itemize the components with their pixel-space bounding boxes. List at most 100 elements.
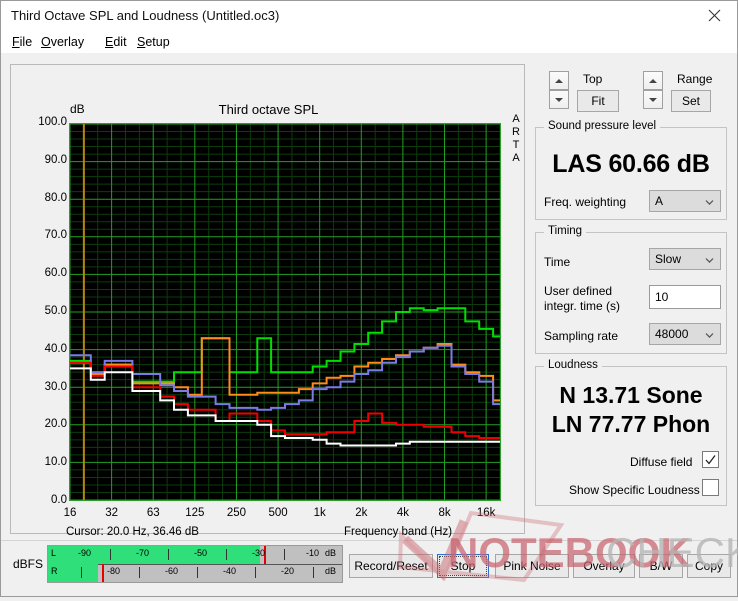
y-tick-label: 60.0: [21, 267, 67, 279]
y-tick-label: 80.0: [21, 192, 67, 204]
meter-tick-mark: [313, 567, 314, 578]
x-tick-label: 32: [92, 507, 132, 519]
x-tick-label: 4k: [383, 507, 423, 519]
meter-tick-mark: [226, 549, 227, 560]
meter-tick-label: dB: [325, 548, 336, 558]
arta-brand-label: ARTA: [508, 113, 524, 165]
y-tick-label: 90.0: [21, 154, 67, 166]
meter-tick-mark: [255, 567, 256, 578]
chevron-down-icon: [705, 329, 714, 338]
meter-tick-label: -60: [165, 566, 178, 576]
bw-button[interactable]: B/W: [639, 554, 683, 578]
level-meter-left: L-90-70-50-30-10dB: [48, 546, 342, 564]
meter-tick-mark: [197, 567, 198, 578]
range-spinner-up[interactable]: [643, 71, 663, 90]
chart-title: Third octave SPL: [11, 102, 526, 117]
y-tick-label: 10.0: [21, 456, 67, 468]
x-axis-ticks: 1632631252505001k2k4k8k16k: [69, 507, 503, 523]
chart-panel: dB Third octave SPL ARTA 100.090.080.070…: [10, 64, 525, 534]
range-spinner-down[interactable]: [643, 90, 663, 109]
y-tick-label: 0.0: [21, 494, 67, 506]
meter-tick-label: -40: [223, 566, 236, 576]
meter-tick-mark: [139, 567, 140, 578]
freq-weighting-select[interactable]: A: [649, 190, 721, 212]
y-tick-label: 100.0: [21, 116, 67, 128]
integration-time-input[interactable]: 10: [649, 285, 721, 309]
x-tick-label: 500: [258, 507, 298, 519]
right-control-panel: Top Fit Range Set Sound pressure level L…: [531, 59, 731, 579]
freq-weighting-label: Freq. weighting: [544, 195, 626, 209]
meter-tick-label: -90: [78, 548, 91, 558]
meter-tick-label: -70: [136, 548, 149, 558]
menu-bar: File Overlay Edit Setup: [1, 31, 737, 53]
meter-tick-label: -10: [306, 548, 319, 558]
loudness-group-legend: Loudness: [544, 359, 602, 371]
x-tick-label: 16k: [466, 507, 506, 519]
meter-tick-mark: [284, 549, 285, 560]
top-spinner-up[interactable]: [549, 71, 569, 90]
range-set-button[interactable]: Set: [671, 90, 711, 112]
stop-button[interactable]: Stop: [437, 554, 489, 578]
x-tick-label: 125: [175, 507, 215, 519]
top-spinner-down[interactable]: [549, 90, 569, 109]
y-tick-label: 70.0: [21, 229, 67, 241]
top-control-group: Top Fit: [549, 71, 629, 111]
menu-item-edit[interactable]: Edit: [102, 34, 130, 50]
client-area: dB Third octave SPL ARTA 100.090.080.070…: [1, 53, 737, 596]
menu-item-setup[interactable]: Setup: [134, 34, 173, 50]
sampling-rate-select[interactable]: 48000: [649, 323, 721, 345]
meter-tick-mark: [110, 549, 111, 560]
range-spinner[interactable]: [643, 71, 663, 109]
pink-noise-button[interactable]: Pink Noise: [495, 554, 569, 578]
time-value: Slow: [655, 252, 681, 266]
timing-group-legend: Timing: [544, 225, 586, 237]
spl-plot[interactable]: [69, 123, 501, 501]
integration-time-label-line1: User defined: [544, 284, 612, 298]
meter-tick-label: -20: [281, 566, 294, 576]
dbfs-label: dBFS: [13, 557, 43, 571]
top-fit-button[interactable]: Fit: [577, 90, 619, 112]
bottom-bar: dBFS L-90-70-50-30-10dB R-80-60-40-20dB …: [1, 540, 737, 596]
timing-group: Timing Time Slow User defined integr. ti…: [535, 232, 727, 354]
time-select[interactable]: Slow: [649, 248, 721, 270]
app-window: Third Octave SPL and Loudness (Untitled.…: [0, 0, 738, 597]
diffuse-field-checkbox[interactable]: [702, 451, 719, 468]
copy-button[interactable]: Copy: [687, 554, 731, 578]
input-level-meter[interactable]: L-90-70-50-30-10dB R-80-60-40-20dB: [47, 545, 343, 583]
y-tick-label: 30.0: [21, 381, 67, 393]
meter-tick-label: dB: [325, 566, 336, 576]
record-reset-button[interactable]: Record/Reset: [349, 554, 433, 578]
sampling-rate-value: 48000: [655, 327, 688, 341]
integration-time-label-line2: integr. time (s): [544, 299, 620, 313]
y-tick-label: 50.0: [21, 305, 67, 317]
x-tick-label: 1k: [300, 507, 340, 519]
chevron-down-icon: [705, 196, 714, 205]
close-icon[interactable]: [691, 1, 737, 30]
x-tick-label: 16: [50, 507, 90, 519]
menu-item-overlay[interactable]: Overlay: [38, 34, 87, 50]
top-spinner[interactable]: [549, 71, 569, 109]
meter-tick-mark: [168, 549, 169, 560]
window-title: Third Octave SPL and Loudness (Untitled.…: [11, 8, 279, 23]
show-specific-loudness-label: Show Specific Loudness: [569, 483, 700, 497]
meter-tick-label: R: [51, 566, 58, 576]
meter-tick-mark: [81, 567, 82, 578]
range-label: Range: [677, 72, 712, 86]
meter-tick-label: L: [51, 548, 56, 558]
x-tick-label: 250: [216, 507, 256, 519]
meter-tick-label: -30: [252, 548, 265, 558]
time-label: Time: [544, 255, 570, 269]
range-control-group: Range Set: [643, 71, 733, 111]
freq-weighting-value: A: [655, 194, 663, 208]
loudness-sone-value: N 13.71 Sone: [536, 382, 726, 409]
sound-pressure-level-group: Sound pressure level LAS 60.66 dB Freq. …: [535, 127, 727, 220]
show-specific-loudness-checkbox[interactable]: [702, 479, 719, 496]
integration-time-value: 10: [655, 290, 668, 304]
y-axis-ticks: 100.090.080.070.060.050.040.030.020.010.…: [11, 123, 67, 501]
sampling-rate-label: Sampling rate: [544, 329, 618, 343]
chevron-down-icon: [705, 254, 714, 263]
menu-item-file[interactable]: File: [9, 34, 35, 50]
cursor-readout: Cursor: 20.0 Hz, 36.46 dB: [66, 526, 199, 538]
overlay-button[interactable]: Overlay: [573, 554, 635, 578]
title-bar: Third Octave SPL and Loudness (Untitled.…: [1, 1, 737, 31]
